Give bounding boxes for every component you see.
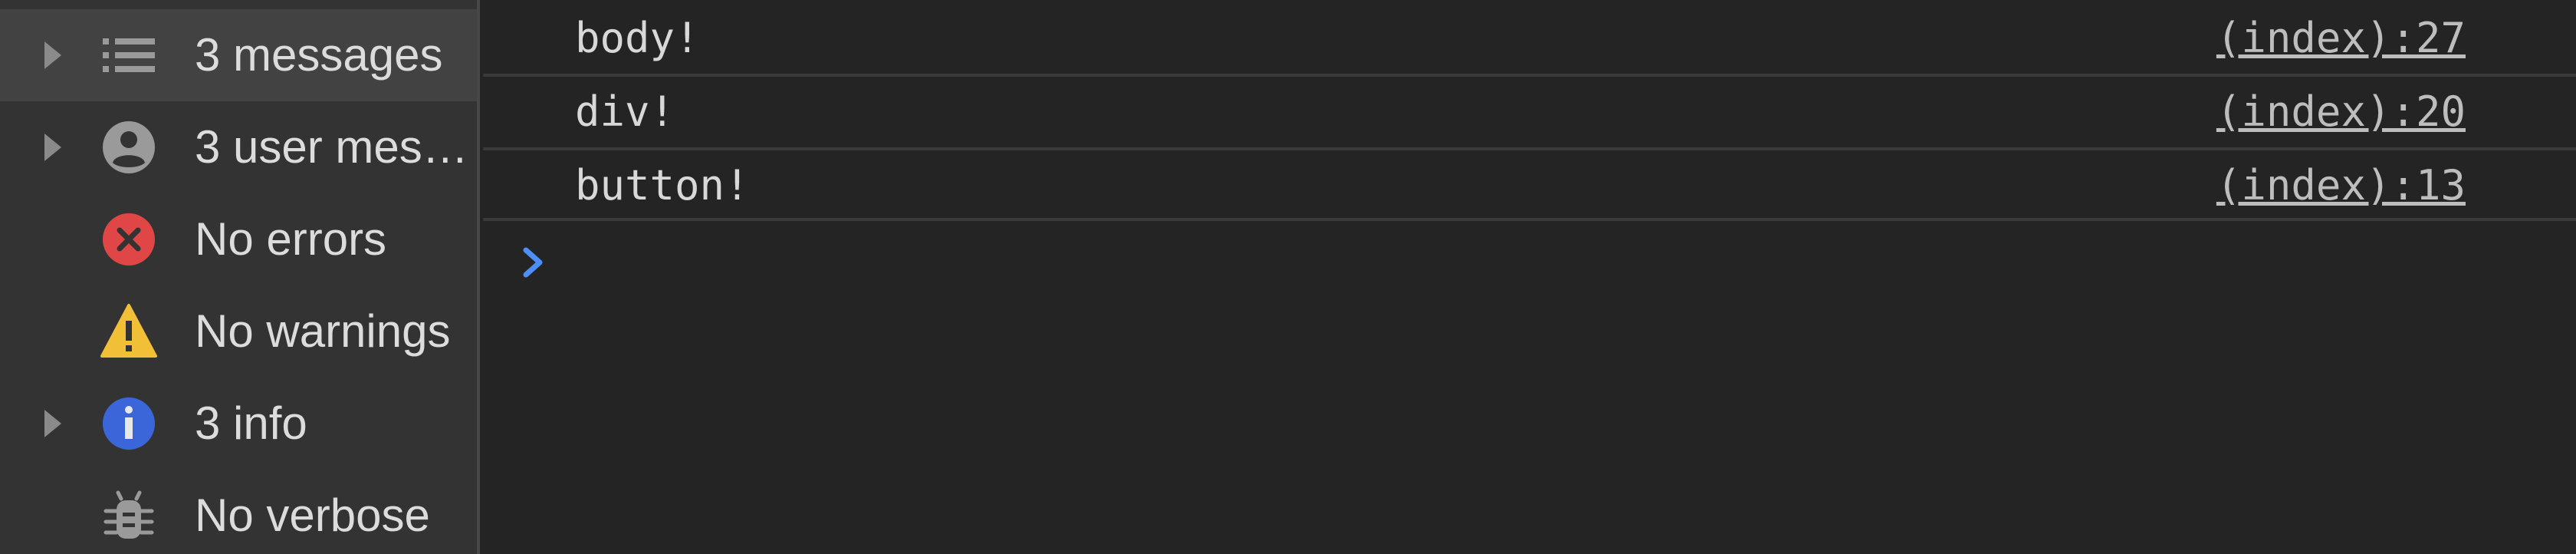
bug-icon (100, 486, 158, 545)
sidebar-item-label: No warnings (195, 305, 451, 357)
console-input[interactable] (575, 229, 2495, 292)
console-message-text: button! (575, 161, 750, 209)
error-icon (100, 210, 158, 269)
expand-arrow-icon[interactable] (44, 134, 61, 161)
source-link[interactable]: (index):20 (2216, 77, 2466, 147)
console-prompt (483, 218, 2576, 302)
sidebar-item-user-messages[interactable]: 3 user mes… (0, 101, 477, 193)
prompt-chevron-icon (518, 244, 549, 281)
sidebar-item-label: 3 info (195, 397, 307, 449)
sidebar-item-warnings[interactable]: No warnings (0, 285, 477, 378)
source-link[interactable]: (index):13 (2216, 150, 2466, 221)
console-message: div! (index):20 (483, 74, 2576, 147)
expand-arrow-icon[interactable] (44, 410, 61, 437)
console-message-text: body! (575, 14, 700, 62)
source-link[interactable]: (index):27 (2216, 3, 2466, 74)
console-message: button! (index):13 (483, 147, 2576, 221)
info-icon (100, 394, 158, 453)
sidebar-item-label: 3 messages (195, 29, 443, 81)
user-icon (100, 118, 158, 176)
console-sidebar: 3 messages 3 user mes… No errors No warn… (0, 0, 480, 554)
sidebar-item-messages[interactable]: 3 messages (0, 9, 477, 101)
list-icon (100, 26, 158, 84)
expand-arrow-icon[interactable] (44, 41, 61, 69)
console-message: body! (index):27 (483, 3, 2576, 77)
warning-icon (100, 302, 158, 361)
sidebar-item-label: No errors (195, 213, 387, 265)
sidebar-item-label: No verbose (195, 490, 430, 541)
sidebar-item-errors[interactable]: No errors (0, 193, 477, 285)
console-message-text: div! (575, 87, 675, 136)
sidebar-item-label: 3 user mes… (195, 121, 468, 173)
sidebar-item-verbose[interactable]: No verbose (0, 470, 477, 554)
console-output: body! (index):27 div! (index):20 button!… (483, 0, 2576, 554)
sidebar-item-info[interactable]: 3 info (0, 378, 477, 470)
